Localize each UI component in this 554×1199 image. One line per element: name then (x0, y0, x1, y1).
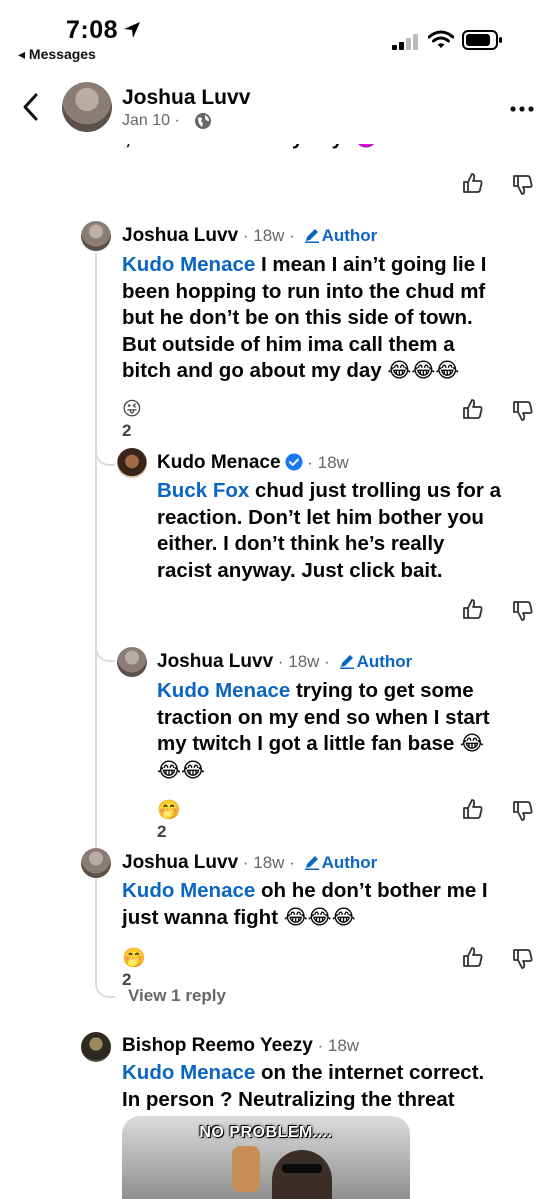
avatar[interactable] (81, 221, 111, 251)
wifi-icon (428, 30, 454, 48)
like-icon[interactable] (462, 946, 484, 968)
mention-link[interactable]: Kudo Menace (122, 1061, 255, 1084)
pencil-icon (304, 856, 319, 870)
thread-connector (95, 840, 97, 842)
commenter-name[interactable]: Joshua Luvv (122, 225, 238, 246)
reaction-count: 2 (157, 822, 167, 841)
comment-text: Kudo Menace oh he don’t bother me I just… (122, 879, 488, 929)
comment-text: Kudo Menace I mean I ain’t going lie I b… (122, 253, 487, 382)
thread-connector (95, 440, 115, 466)
dislike-icon[interactable] (512, 800, 534, 822)
thread-line (95, 880, 97, 970)
pencil-icon (339, 655, 354, 669)
gif-hand (232, 1146, 260, 1192)
poster-avatar[interactable] (62, 82, 112, 132)
comment-meta: Kudo Menace · 18w (157, 452, 349, 473)
mention-link[interactable]: Kudo Menace (157, 679, 290, 702)
comment-age: 18w (288, 652, 320, 671)
gif-caption: NO PROBLEM.... (199, 1124, 333, 1141)
dislike-icon[interactable] (512, 174, 534, 196)
dislike-icon[interactable] (512, 600, 534, 622)
location-arrow-icon (124, 22, 140, 38)
comment-meta: Joshua Luvv · 18w · Author (122, 852, 378, 873)
comment-meta: Bishop Reemo Yeezy · 18w (122, 1035, 360, 1056)
comment-age: 18w (253, 853, 285, 872)
reaction-emoji: 🤭 (122, 948, 146, 969)
battery-icon (462, 30, 502, 50)
comment-text: Kudo Menace trying to get some traction … (157, 679, 490, 782)
status-time: 7:08 (66, 16, 119, 44)
thread-connector (95, 636, 115, 662)
gif-attachment[interactable]: NO PROBLEM.... (122, 1116, 410, 1199)
reaction-emoji: 😜 (122, 399, 142, 420)
like-icon[interactable] (462, 172, 484, 194)
like-icon[interactable] (462, 398, 484, 420)
mention-link[interactable]: Buck Fox (157, 479, 249, 502)
view-replies-link[interactable]: View 1 reply (128, 986, 226, 1006)
commenter-name[interactable]: Joshua Luvv (157, 651, 273, 672)
pencil-icon (304, 229, 319, 243)
post-date: Jan 10 · (122, 112, 180, 129)
gif-figure (272, 1150, 332, 1199)
thread-line (95, 252, 97, 942)
reaction-summary[interactable]: 🤭2 (122, 946, 150, 990)
author-badge: Author (321, 853, 378, 872)
status-bar: 7:08 ◂ Messages (0, 0, 554, 72)
back-chevron-icon[interactable] (20, 92, 42, 122)
commenter-name[interactable]: Bishop Reemo Yeezy (122, 1035, 313, 1056)
post-header: Joshua Luvv Jan 10 · (0, 72, 554, 144)
reaction-summary[interactable]: 🤭2 (157, 798, 185, 842)
cellular-signal-icon (392, 34, 418, 50)
poster-name[interactable]: Joshua Luvv (122, 86, 250, 110)
thread-connector (95, 970, 115, 998)
verified-badge-icon (285, 453, 303, 471)
dislike-icon[interactable] (512, 948, 534, 970)
reaction-emoji: 🤭 (157, 800, 181, 821)
reaction-count: 2 (122, 421, 132, 440)
more-options-icon[interactable] (510, 106, 534, 112)
comment-meta: Joshua Luvv · 18w · Author (122, 225, 378, 246)
commenter-name[interactable]: Joshua Luvv (122, 852, 238, 873)
comment-age: 18w (327, 1036, 360, 1055)
sunglasses-icon (282, 1164, 322, 1173)
author-badge: Author (321, 226, 378, 245)
comment-meta: Joshua Luvv · 18w · Author (157, 651, 413, 672)
comment-text: Kudo Menace on the internet correct. In … (122, 1061, 485, 1111)
avatar[interactable] (81, 848, 111, 878)
mention-link[interactable]: Kudo Menace (122, 879, 255, 902)
like-icon[interactable] (462, 798, 484, 820)
mention-link[interactable]: Kudo Menace (122, 253, 255, 276)
comment-text: Buck Fox chud just trolling us for a rea… (157, 479, 501, 582)
back-to-messages-link[interactable]: ◂ Messages (18, 46, 96, 63)
author-badge: Author (356, 652, 413, 671)
avatar[interactable] (81, 1032, 111, 1062)
dislike-icon[interactable] (512, 400, 534, 422)
comment-age: 18w (317, 453, 349, 472)
avatar[interactable] (117, 448, 147, 478)
commenter-name[interactable]: Kudo Menace (157, 452, 281, 473)
reaction-summary[interactable]: 😜2 (122, 398, 146, 441)
thread-connector (95, 260, 97, 262)
comment-age: 18w (253, 226, 285, 245)
like-icon[interactable] (462, 598, 484, 620)
avatar[interactable] (117, 647, 147, 677)
globe-icon (195, 113, 211, 129)
